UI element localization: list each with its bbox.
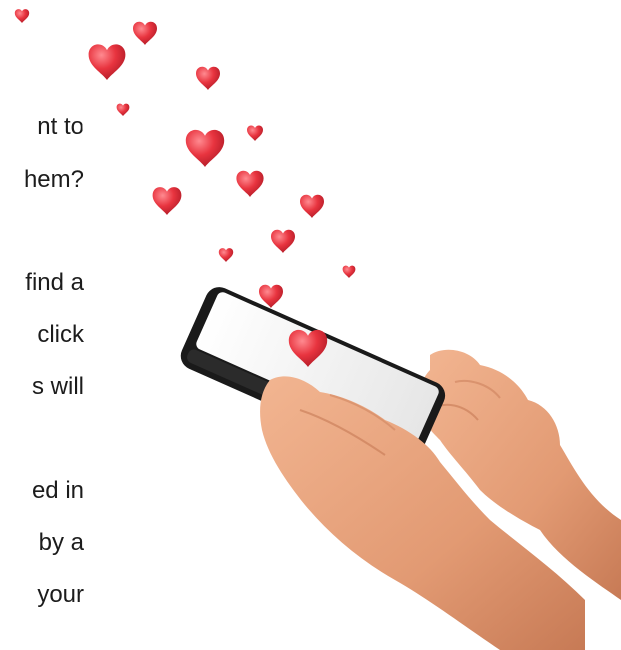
page: nt to hem? find a click s will ed in by … xyxy=(0,0,621,650)
phone-hands-illustration xyxy=(14,0,621,650)
photo-panel xyxy=(0,0,621,650)
heart-icon xyxy=(14,9,30,23)
photo-background xyxy=(80,0,621,650)
